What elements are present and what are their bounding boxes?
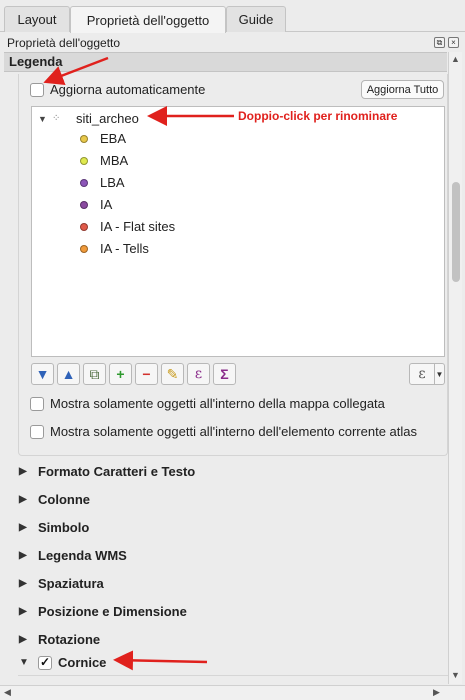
expand-arrow-icon: ▶ <box>19 466 27 477</box>
tab-item-properties[interactable]: Proprietà dell'oggetto <box>70 6 226 33</box>
tab-bar: Layout Proprietà dell'oggetto Guide <box>0 0 465 33</box>
expand-arrow-icon: ▶ <box>19 494 27 505</box>
chevron-down-icon[interactable]: ▼ <box>435 363 445 385</box>
auto-update-label: Aggiorna automaticamente <box>50 82 206 97</box>
symbol-dot-icon <box>80 134 88 143</box>
count-icon[interactable]: Σ <box>213 363 236 385</box>
expand-arrow-icon: ▶ <box>19 606 27 617</box>
section-text-format[interactable]: ▶ Formato Caratteri e Testo <box>19 464 195 479</box>
dock-buttons: ⧉ × <box>434 37 459 48</box>
section-label: Rotazione <box>38 632 101 647</box>
scroll-down-icon[interactable]: ▼ <box>451 670 460 680</box>
legend-toolbar: ▼ ▲ ⧉ + − ✎ ε Σ <box>31 363 236 385</box>
move-up-icon[interactable]: ▲ <box>57 363 80 385</box>
tree-item-label: IA - Tells <box>100 241 149 256</box>
move-down-icon[interactable]: ▼ <box>31 363 54 385</box>
tree-item-label: MBA <box>100 153 129 168</box>
tree-item[interactable]: IA - Flat sites <box>80 219 175 234</box>
scroll-left-icon[interactable]: ◀ <box>4 687 11 698</box>
tab-guide[interactable]: Guide <box>226 6 286 32</box>
symbol-dot-icon <box>80 244 88 253</box>
section-label: Cornice <box>58 655 107 670</box>
section-spacing[interactable]: ▶ Spaziatura <box>19 576 104 591</box>
only-atlas-checkbox[interactable] <box>30 424 44 439</box>
tree-item-label: IA - Flat sites <box>100 219 176 234</box>
horizontal-scrollbar[interactable]: ◀ ▶ <box>0 685 465 700</box>
section-label: Legenda WMS <box>38 548 127 563</box>
expand-arrow-icon: ▶ <box>19 578 27 589</box>
data-defined-override: ε ▼ <box>409 363 445 385</box>
tree-item-label: LBA <box>100 175 125 190</box>
tree-item[interactable]: MBA <box>80 153 128 168</box>
tree-item-label: IA <box>100 197 113 212</box>
rename-hint-annotation: Doppio-click per rinominare <box>238 109 398 123</box>
float-icon[interactable]: ⧉ <box>434 37 445 48</box>
section-wms-legend[interactable]: ▶ Legenda WMS <box>19 548 127 563</box>
section-rotation[interactable]: ▶ Rotazione <box>19 632 100 647</box>
legend-section-header[interactable]: Legenda <box>4 52 447 72</box>
only-linked-map-row: Mostra solamente oggetti all'interno del… <box>30 396 385 411</box>
divider <box>18 675 448 676</box>
layer-name: siti_archeo <box>76 111 139 126</box>
tree-item[interactable]: IA - Tells <box>80 241 149 256</box>
data-defined-expression-icon[interactable]: ε <box>409 363 435 385</box>
tree-item[interactable]: IA <box>80 197 112 212</box>
scroll-up-icon[interactable]: ▲ <box>451 54 460 64</box>
add-item-icon[interactable]: + <box>109 363 132 385</box>
tree-item-label: EBA <box>100 131 127 146</box>
tree-item[interactable]: LBA <box>80 175 125 190</box>
scroll-thumb[interactable] <box>452 182 460 282</box>
collapse-arrow-icon: ▼ <box>19 657 29 668</box>
dock-title: Proprietà dell'oggetto <box>7 36 121 50</box>
section-columns[interactable]: ▶ Colonne <box>19 492 90 507</box>
remove-item-icon[interactable]: − <box>135 363 158 385</box>
update-all-button[interactable]: Aggiorna Tutto <box>361 80 444 99</box>
section-label: Spaziatura <box>38 576 104 591</box>
symbol-dot-icon <box>80 200 88 209</box>
expand-arrow-icon: ▶ <box>19 550 27 561</box>
add-group-icon[interactable]: ⧉ <box>83 363 106 385</box>
expand-arrow-icon: ▶ <box>19 522 27 533</box>
expand-arrow-icon: ▶ <box>19 634 27 645</box>
tree-item[interactable]: EBA <box>80 131 126 146</box>
frame-checkbox[interactable] <box>38 655 52 670</box>
edit-icon[interactable]: ✎ <box>161 363 184 385</box>
auto-update-checkbox[interactable] <box>30 82 44 97</box>
expand-caret-icon[interactable]: ▼ <box>38 114 52 124</box>
section-label: Formato Caratteri e Testo <box>38 464 196 479</box>
symbol-dot-icon <box>80 222 88 231</box>
symbol-dot-icon <box>80 156 88 165</box>
auto-update-row: Aggiorna automaticamente <box>30 82 205 97</box>
point-layer-icon: ⁘ <box>52 113 62 124</box>
section-label: Colonne <box>38 492 90 507</box>
only-atlas-row: Mostra solamente oggetti all'interno del… <box>30 424 417 439</box>
symbol-dot-icon <box>80 178 88 187</box>
tab-layout[interactable]: Layout <box>4 6 70 32</box>
only-linked-map-checkbox[interactable] <box>30 396 44 411</box>
section-position-size[interactable]: ▶ Posizione e Dimensione <box>19 604 187 619</box>
arrow-to-frame <box>113 650 208 671</box>
only-atlas-label: Mostra solamente oggetti all'interno del… <box>50 424 417 439</box>
tree-root-layer[interactable]: ▼ ⁘ siti_archeo <box>38 111 139 126</box>
section-label: Simbolo <box>38 520 90 535</box>
vertical-scrollbar[interactable]: ▲ ▼ <box>448 52 462 684</box>
only-linked-map-label: Mostra solamente oggetti all'interno del… <box>50 396 385 411</box>
scroll-right-icon[interactable]: ▶ <box>433 687 440 698</box>
expression-icon[interactable]: ε <box>187 363 210 385</box>
section-frame[interactable]: ▼ Cornice <box>19 655 107 671</box>
section-label: Posizione e Dimensione <box>38 604 187 619</box>
legend-tree[interactable]: ▼ ⁘ siti_archeo EBA MBA LBA IA IA - Flat… <box>31 106 445 357</box>
section-symbol[interactable]: ▶ Simbolo <box>19 520 89 535</box>
close-icon[interactable]: × <box>448 37 459 48</box>
